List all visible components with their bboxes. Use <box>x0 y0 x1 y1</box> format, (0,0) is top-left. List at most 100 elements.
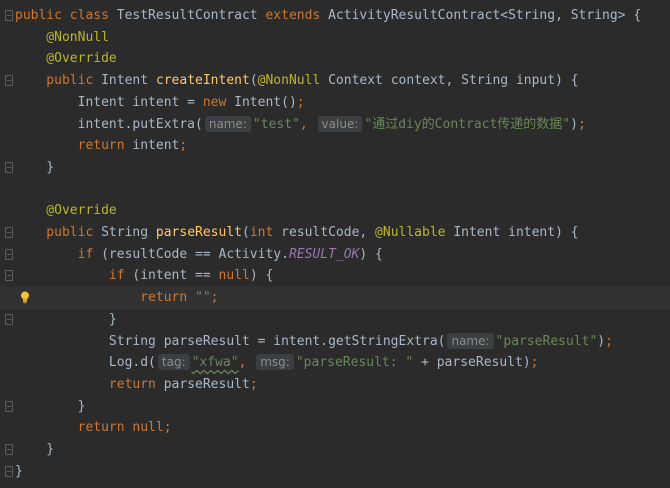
fold-marker-icon[interactable] <box>5 400 13 412</box>
code-token: RESULT_OK <box>288 246 360 262</box>
code-token: Intent() <box>234 94 297 110</box>
fold-marker-icon[interactable] <box>5 270 13 282</box>
code-token: Log. <box>15 355 141 371</box>
code-token: return null <box>15 420 164 436</box>
code-text: @Override <box>15 200 116 222</box>
fold-marker-icon[interactable] <box>5 227 13 238</box>
code-token: extends <box>265 8 329 23</box>
code-token: String <box>101 225 156 240</box>
code-text: } <box>15 157 54 179</box>
code-line[interactable] <box>0 179 670 201</box>
code-token: , <box>238 355 255 371</box>
parameter-hint: tag: <box>157 354 190 371</box>
code-token: public class <box>15 8 117 23</box>
code-token: Intent intent) { <box>453 225 579 240</box>
code-line[interactable]: @Override <box>0 200 670 222</box>
code-editor[interactable]: public class TestResultContract extends … <box>0 0 670 488</box>
code-token: ) <box>570 116 578 132</box>
code-token: } <box>15 311 117 327</box>
code-line[interactable]: public String parseResult(int resultCode… <box>0 222 670 244</box>
code-token: ; <box>296 94 305 110</box>
code-token: intent <box>132 138 180 154</box>
code-token: "parseResult" <box>495 333 598 349</box>
code-token: "parseResult: " <box>295 355 422 371</box>
code-line[interactable]: public Intent createIntent(@NonNull Cont… <box>0 70 670 92</box>
fold-marker-icon[interactable] <box>5 444 13 455</box>
code-token: @Override <box>15 51 117 67</box>
code-token: + parseResult) <box>421 355 531 371</box>
code-line[interactable]: } <box>0 461 670 483</box>
code-token: ActivityResultContract<String, String> { <box>328 8 642 23</box>
code-token: } <box>15 159 55 175</box>
code-token: return <box>15 138 133 154</box>
code-text: @Override <box>15 48 117 70</box>
code-token: } <box>15 398 86 414</box>
code-line[interactable]: Intent intent = new Intent(); <box>0 92 670 114</box>
code-text: return parseResult; <box>15 374 258 396</box>
code-token: ; <box>530 355 539 371</box>
code-token: public <box>15 225 102 240</box>
code-token: @NonNull <box>15 29 109 45</box>
code-line[interactable]: String parseResult = intent.getStringExt… <box>0 331 670 353</box>
code-text: intent.putExtra(name: "test", value: "通过di… <box>15 114 586 136</box>
code-line[interactable]: @NonNull <box>0 27 670 49</box>
code-token: ; <box>605 333 613 349</box>
code-text: return ""; <box>15 287 219 309</box>
code-token: String input) { <box>461 73 579 89</box>
code-text: if (intent == null) { <box>15 265 273 287</box>
code-token: new <box>202 94 235 110</box>
code-text: } <box>15 396 86 418</box>
code-text: public String parseResult(int resultCode… <box>15 222 579 244</box>
code-line[interactable]: if (intent == null) { <box>0 265 670 287</box>
code-token: "通过diy的Contract传递的数据" <box>364 116 571 132</box>
code-token: , <box>299 116 316 132</box>
code-token: createIntent <box>155 73 250 89</box>
code-token: resultCode, <box>281 225 376 240</box>
code-token: ; <box>577 116 586 132</box>
code-token: d( <box>140 355 156 371</box>
code-token: intent.putExtra( <box>15 116 203 132</box>
code-text: public Intent createIntent(@NonNull Cont… <box>15 70 579 92</box>
parameter-hint: msg: <box>256 354 294 371</box>
code-token: public <box>15 73 102 89</box>
code-token: ; <box>163 420 172 436</box>
code-text: String parseResult = intent.getStringExt… <box>15 331 613 353</box>
fold-marker-icon[interactable] <box>5 75 13 87</box>
code-line[interactable]: Log.d(tag: "xfwa", msg: "parseResult: " + … <box>0 352 670 374</box>
code-token: int <box>249 225 282 240</box>
fold-marker-icon[interactable] <box>5 161 13 173</box>
code-token: @NonNull <box>257 73 329 89</box>
code-line[interactable]: intent.putExtra(name: "test", value: "通过di… <box>0 114 670 136</box>
code-token: } <box>15 463 23 479</box>
code-text: } <box>15 439 54 461</box>
parameter-hint: value: <box>317 115 363 132</box>
code-token: (intent == <box>132 268 219 284</box>
code-text: Log.d(tag: "xfwa", msg: "parseResult: " + … <box>15 352 538 374</box>
fold-marker-icon[interactable] <box>5 10 13 21</box>
code-text: if (resultCode == Activity.RESULT_OK) { <box>15 244 383 266</box>
code-line[interactable]: return intent; <box>0 135 670 157</box>
code-token: parseResult <box>155 225 242 240</box>
code-token: ; <box>210 290 219 306</box>
code-text: public class TestResultContract extends … <box>15 5 641 27</box>
parameter-hint: name: <box>447 332 494 349</box>
code-line[interactable]: return null; <box>0 417 670 439</box>
code-line[interactable]: return ""; <box>0 287 670 309</box>
code-line[interactable]: return parseResult; <box>0 374 670 396</box>
code-line[interactable]: if (resultCode == Activity.RESULT_OK) { <box>0 244 670 266</box>
code-token: @Nullable <box>375 225 454 240</box>
code-token: String parseResult = intent.getStringExt… <box>15 333 446 349</box>
code-token: "" <box>195 290 211 306</box>
fold-marker-icon[interactable] <box>5 465 13 477</box>
code-line[interactable]: } <box>0 157 670 179</box>
code-line[interactable]: } <box>0 439 670 461</box>
code-token: ) <box>597 333 606 349</box>
code-line[interactable]: public class TestResultContract extends … <box>0 5 670 27</box>
code-text: } <box>15 461 23 483</box>
code-line[interactable]: } <box>0 396 670 418</box>
fold-marker-icon[interactable] <box>5 248 13 260</box>
fold-marker-icon[interactable] <box>5 313 13 325</box>
code-text: return null; <box>15 417 172 439</box>
code-line[interactable]: } <box>0 309 670 331</box>
code-line[interactable]: @Override <box>0 48 670 70</box>
